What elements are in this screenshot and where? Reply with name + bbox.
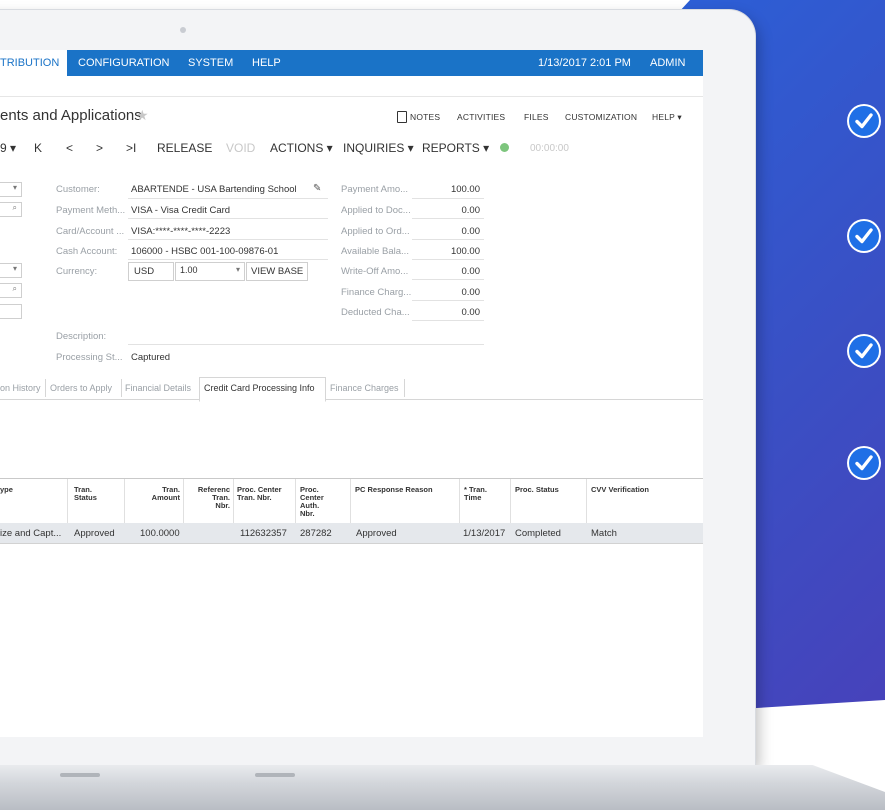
inquiries-menu[interactable]: INQUIRIES ▾ [343,141,414,155]
col-proc-center-auth-nbr[interactable]: Proc. Center Auth. Nbr. [300,486,324,518]
laptop-camera [180,27,186,33]
col-type[interactable]: ype [0,486,13,494]
date-field[interactable] [0,304,22,319]
applied-to-ord: 0.00 [461,226,481,237]
actions-menu[interactable]: ACTIONS ▾ [270,141,333,155]
currency-value: USD [134,266,155,277]
check-circle-icon [847,334,881,368]
timer: 00:00:00 [530,143,569,154]
last-record-icon[interactable]: >I [126,141,136,155]
check-circle-icon [847,446,881,480]
finance-charge: 0.00 [461,287,481,298]
deducted-label: Deducted Cha... [341,307,410,318]
payment-amount-label: Payment Amo... [341,184,409,195]
void-button[interactable]: VOID [226,141,255,155]
currency-label: Currency: [56,266,98,277]
app-screen: TRIBUTION CONFIGURATION SYSTEM HELP 1/13… [0,50,703,737]
payment-method-field[interactable]: VISA - Visa Credit Card [131,205,230,216]
cash-account-label: Cash Account: [56,246,118,257]
laptop-foot [60,773,100,777]
laptop-base [0,765,885,810]
files-link[interactable]: FILES [524,112,549,122]
available-balance: 100.00 [450,246,480,257]
deducted-charges: 0.00 [461,307,481,318]
breadcrumb-bar [0,76,703,97]
cell-proc-center-auth-nbr: 287282 [300,528,332,539]
col-proc-center-tran-nbr[interactable]: Proc. Center Tran. Nbr. [237,486,282,502]
favorite-star-icon[interactable]: ★ [136,107,149,124]
customer-field[interactable]: ABARTENDE - USA Bartending School [131,184,297,195]
col-proc-status[interactable]: Proc. Status [515,486,559,494]
tab-orders-to-apply[interactable]: Orders to Apply [50,383,112,393]
type-select[interactable]: ▾ [0,182,22,197]
card-account-label: Card/Account ... [56,226,125,237]
finance-charge-label: Finance Charg... [341,287,412,298]
notes-icon[interactable] [397,111,407,123]
edit-pencil-icon[interactable]: ✎ [313,183,321,194]
payment-amount[interactable]: 100.00 [440,184,480,195]
col-tran-status[interactable]: Tran. Status [74,486,97,502]
description-field[interactable] [128,344,484,345]
nav-distribution[interactable]: TRIBUTION [0,50,68,76]
nav-configuration[interactable]: CONFIGURATION [78,57,169,69]
col-tran-time[interactable]: * Tran. Time [464,486,487,502]
first-record-icon[interactable]: K [34,141,42,155]
notes-link[interactable]: NOTES [410,112,440,122]
cell-pc-response-reason: Approved [356,528,397,539]
applied-to-doc-label: Applied to Doc... [341,205,411,216]
page-title: ents and Applications [0,107,142,124]
next-record-icon[interactable]: > [96,141,103,155]
top-navigation: TRIBUTION CONFIGURATION SYSTEM HELP 1/13… [0,50,703,76]
tab-financial-details[interactable]: Financial Details [125,383,191,393]
applied-to-ord-label: Applied to Ord... [341,226,410,237]
check-circle-icon [847,219,881,253]
col-cvv-verification[interactable]: CVV Verification [591,486,649,494]
user-menu[interactable]: ADMIN [650,57,685,69]
datetime: 1/13/2017 2:01 PM [538,57,631,69]
customer-label: Customer: [56,184,100,195]
processing-status-label: Processing St... [56,352,123,363]
writeoff-amount: 0.00 [461,266,481,277]
cell-type: ize and Capt... [0,528,62,539]
card-account-field[interactable]: VISA:****-****-****-2223 [131,226,230,237]
laptop-foot [255,773,295,777]
processing-status-value: Captured [131,352,171,363]
activities-link[interactable]: ACTIVITIES [457,112,505,122]
description-label: Description: [56,331,107,342]
available-balance-label: Available Bala... [341,246,409,257]
tab-finance-charges[interactable]: Finance Charges [330,383,399,393]
cell-tran-amount: 100.0000 [140,528,180,539]
tab-credit-card-processing-info[interactable]: Credit Card Processing Info [204,383,315,393]
writeoff-label: Write-Off Amo... [341,266,409,277]
reports-menu[interactable]: REPORTS ▾ [422,141,489,155]
nav-help[interactable]: HELP [252,57,281,69]
view-base-label: VIEW BASE [251,266,304,277]
check-circle-icon [847,104,881,138]
reference-lookup[interactable]: ⌕ [0,202,22,217]
cell-cvv-verification: Match [591,528,617,539]
previous-record-icon[interactable]: < [66,141,73,155]
nav-system[interactable]: SYSTEM [188,57,233,69]
status-select[interactable]: ▾ [0,263,22,278]
col-pc-response-reason[interactable]: PC Response Reason [355,486,433,494]
release-button[interactable]: RELEASE [157,141,212,155]
cell-proc-status: Completed [515,528,561,539]
col-reference-tran-nbr[interactable]: Referenc Tran. Nbr. [190,486,230,510]
customization-link[interactable]: CUSTOMIZATION [565,112,637,122]
cash-account-field[interactable]: 106000 - HSBC 001-100-09876-01 [131,246,278,257]
branch-lookup[interactable]: ⌕ [0,283,22,298]
col-tran-amount[interactable]: Tran. Amount [140,486,180,502]
undo-dropdown-icon[interactable]: 9 ▾ [0,141,16,155]
tab-application-history[interactable]: on History [0,383,41,393]
cell-proc-center-tran-nbr: 112632357 [240,528,287,539]
rate-value: 1.00 [180,265,198,275]
status-check-icon [500,143,509,152]
help-link[interactable]: HELP ▾ [652,112,682,123]
payment-method-label: Payment Meth... [56,205,126,216]
cell-tran-status: Approved [74,528,115,539]
applied-to-doc: 0.00 [461,205,481,216]
cell-tran-time: 1/13/2017 [463,528,506,539]
